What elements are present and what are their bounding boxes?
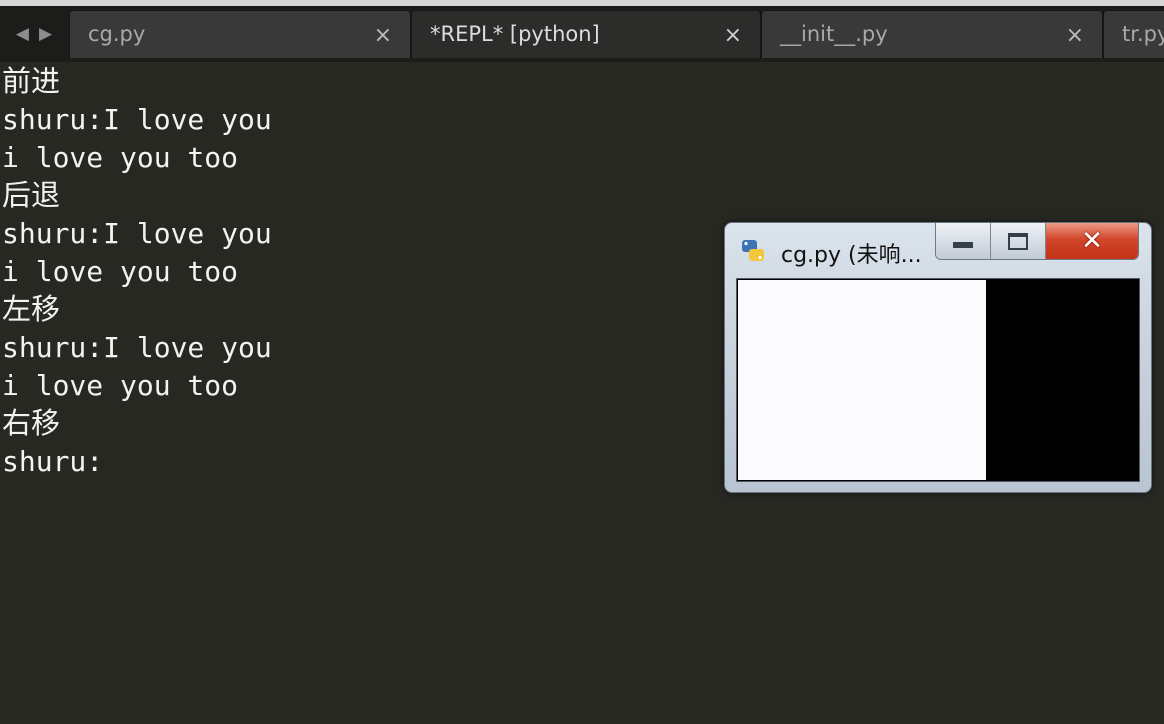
close-icon[interactable]: × — [724, 23, 742, 48]
canvas-white-area — [738, 280, 986, 480]
console-line: i love you too — [2, 255, 239, 288]
console-line: 左移 — [2, 292, 61, 326]
console-line: shuru:I love you — [2, 103, 272, 136]
tab-repl-python[interactable]: *REPL* [python] × — [411, 10, 761, 58]
tab-label: tr.py — [1122, 22, 1164, 46]
tab-label: *REPL* [python] — [430, 22, 600, 46]
console-line: shuru:I love you — [2, 217, 272, 250]
tab-tr-py[interactable]: tr.py — [1103, 10, 1164, 58]
python-icon — [742, 240, 764, 261]
console-line: i love you too — [2, 141, 239, 174]
popup-window[interactable]: cg.py (未响... ✕ — [724, 222, 1152, 493]
tab-cg-py[interactable]: cg.py × — [69, 10, 411, 58]
minimize-icon — [953, 242, 973, 248]
maximize-button[interactable] — [991, 223, 1046, 259]
console-line: 前进 — [2, 64, 61, 98]
close-icon[interactable]: × — [374, 23, 392, 48]
close-icon: ✕ — [1081, 226, 1103, 256]
popup-title: cg.py (未响... — [781, 243, 922, 268]
console-prompt[interactable]: shuru: — [2, 443, 103, 481]
chevron-left-icon[interactable]: ◀ — [16, 24, 29, 44]
tab-bar: ◀ ▶ cg.py × *REPL* [python] × __init__.p… — [0, 0, 1164, 62]
window-controls: ✕ — [935, 223, 1139, 260]
tab-label: cg.py — [88, 22, 146, 46]
tab-init-py[interactable]: __init__.py × — [761, 10, 1103, 58]
console-line: 后退 — [2, 178, 61, 212]
close-button[interactable]: ✕ — [1046, 223, 1138, 259]
minimize-button[interactable] — [936, 223, 991, 259]
close-icon[interactable]: × — [1066, 23, 1084, 48]
maximize-icon — [1008, 232, 1028, 250]
console-line: 右移 — [2, 406, 61, 440]
chevron-right-icon[interactable]: ▶ — [39, 24, 52, 44]
console-line: shuru:I love you — [2, 331, 272, 364]
console-line: i love you too — [2, 369, 239, 402]
tab-label: __init__.py — [780, 22, 888, 46]
tab-nav: ◀ ▶ — [0, 6, 68, 62]
popup-canvas[interactable] — [736, 278, 1140, 482]
